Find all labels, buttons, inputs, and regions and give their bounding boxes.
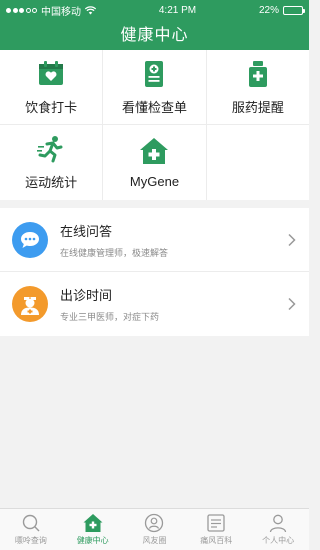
tab-label: 风友圈: [142, 536, 167, 545]
online-qa-texts: 在线问答 在线健康管理师，极速解答: [60, 221, 287, 259]
online-qa-title: 在线问答: [60, 223, 113, 239]
tab-label: 健康中心: [76, 536, 109, 545]
app-screen: 中国移动 4:21 PM 22% 健康中心 饮食打卡 看懂检查单 服药提醒 运动…: [0, 0, 309, 550]
doctor-icon: [12, 286, 48, 322]
medicine-bottle-icon: [248, 60, 267, 87]
clinic-hours-item[interactable]: 出诊时间 专业三甲医师，对症下药: [0, 272, 309, 336]
clinic-hours-texts: 出诊时间 专业三甲医师，对症下药: [60, 285, 287, 323]
battery-icon: [282, 5, 305, 15]
search-icon: [22, 514, 40, 532]
status-bar: 中国移动 4:21 PM 22%: [0, 0, 309, 20]
read-report-label: 看懂检查单: [121, 99, 187, 115]
top-bar: 中国移动 4:21 PM 22% 健康中心: [0, 0, 309, 50]
tab-label: 痛风百科: [200, 536, 233, 545]
medication-reminder-button[interactable]: 服药提醒: [207, 50, 309, 124]
service-list: 在线问答 在线健康管理师，极速解答 出诊时间 专业三甲医师，对症下药: [0, 208, 309, 336]
battery-percent: 22%: [258, 4, 279, 16]
clock: 4:21 PM: [158, 4, 197, 16]
clinic-hours-title: 出诊时间: [60, 288, 113, 303]
exercise-stats-label: 运动统计: [25, 175, 78, 190]
tab-gout-encyclopedia[interactable]: 痛风百科: [185, 509, 247, 550]
feature-grid: 饮食打卡 看懂检查单 服药提醒 运动统计 MyGene: [0, 50, 309, 200]
chevron-right-icon: [288, 233, 296, 246]
online-qa-subtitle: 在线健康管理师，极速解答: [60, 247, 169, 258]
clinic-hours-subtitle: 专业三甲医师，对症下药: [60, 312, 160, 322]
status-right: 22%: [258, 4, 305, 16]
read-report-button[interactable]: 看懂检查单: [103, 50, 207, 124]
calendar-heart-icon: [39, 60, 64, 85]
chevron-right-icon: [288, 297, 296, 311]
mygene-label: MyGene: [129, 174, 180, 189]
status-left: 中国移动: [6, 3, 96, 18]
online-qa-item[interactable]: 在线问答 在线健康管理师，极速解答: [0, 208, 309, 272]
chat-bubble-icon: [12, 221, 48, 258]
home-plus-icon: [83, 514, 103, 532]
medication-reminder-label: 服药提醒: [231, 99, 284, 115]
exercise-stats-button[interactable]: 运动统计: [0, 125, 104, 200]
report-plus-icon: [145, 60, 164, 87]
mygene-button[interactable]: MyGene: [103, 125, 207, 200]
tab-community[interactable]: 风友圈: [124, 509, 186, 550]
tab-purine-search[interactable]: 嘌呤查询: [0, 509, 62, 550]
running-icon: [37, 136, 63, 163]
profile-icon: [269, 514, 287, 533]
page-title: 健康中心: [120, 27, 189, 44]
carrier-label: 中国移动: [41, 6, 81, 18]
tab-label: 嘌呤查询: [14, 536, 47, 545]
section-divider: [0, 200, 309, 208]
empty-cell: [207, 125, 309, 200]
tab-label: 个人中心: [262, 536, 295, 545]
bottom-tab-bar: 嘌呤查询 健康中心 风友圈 痛风百科 个人中心: [0, 508, 309, 550]
community-icon: [145, 513, 164, 533]
wifi-icon: [85, 5, 96, 14]
signal-icon: [6, 7, 37, 13]
encyclopedia-icon: [207, 514, 225, 532]
grid-row: 运动统计 MyGene: [0, 125, 309, 200]
home-plus-icon: [140, 138, 169, 164]
diet-checkin-label: 饮食打卡: [25, 99, 78, 115]
tab-profile[interactable]: 个人中心: [247, 509, 309, 550]
diet-checkin-button[interactable]: 饮食打卡: [0, 50, 104, 124]
grid-row: 饮食打卡 看懂检查单 服药提醒: [0, 50, 309, 125]
tab-health-center[interactable]: 健康中心: [62, 509, 124, 550]
